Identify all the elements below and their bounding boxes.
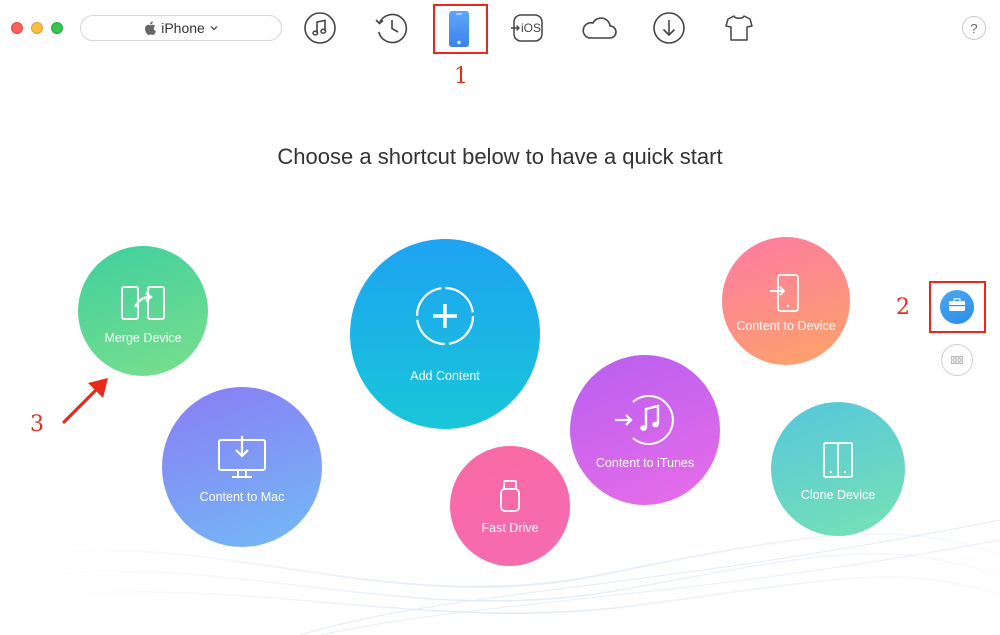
annotation-number-3: 3 bbox=[30, 412, 44, 437]
chevron-down-icon bbox=[210, 25, 218, 31]
content-to-device-button[interactable]: Content to Device bbox=[722, 237, 850, 365]
content-to-mac-label: Content to Mac bbox=[199, 490, 285, 504]
merge-device-label: Merge Device bbox=[104, 331, 182, 345]
music-tab[interactable] bbox=[301, 10, 339, 46]
merge-device-icon bbox=[118, 283, 168, 323]
clone-device-button[interactable]: Clone Device bbox=[771, 402, 905, 536]
usb-drive-icon bbox=[499, 479, 521, 513]
annotation-box-1 bbox=[433, 4, 488, 54]
help-button[interactable]: ? bbox=[962, 16, 986, 40]
content-to-itunes-button[interactable]: Content to iTunes bbox=[570, 355, 720, 505]
music-icon bbox=[303, 11, 337, 45]
content-to-device-label: Content to Device bbox=[736, 319, 836, 333]
merge-device-button[interactable]: Merge Device bbox=[78, 246, 208, 376]
minimize-window-button[interactable] bbox=[31, 22, 43, 34]
history-icon bbox=[373, 11, 409, 45]
add-content-label: Add Content bbox=[410, 369, 480, 383]
annotation-box-2 bbox=[929, 281, 986, 333]
device-name: iPhone bbox=[161, 20, 205, 36]
history-tab[interactable] bbox=[372, 10, 410, 46]
add-content-button[interactable]: Add Content bbox=[350, 239, 540, 429]
clone-device-icon bbox=[821, 440, 855, 480]
grid-icon bbox=[951, 351, 963, 369]
clone-device-label: Clone Device bbox=[800, 488, 876, 502]
fast-drive-button[interactable]: Fast Drive bbox=[450, 446, 570, 566]
to-ios-label: iOS bbox=[521, 21, 542, 35]
itunes-icon bbox=[613, 392, 677, 448]
tshirt-icon bbox=[724, 13, 754, 43]
fast-drive-label: Fast Drive bbox=[481, 521, 539, 535]
add-content-icon bbox=[414, 285, 476, 347]
zoom-window-button[interactable] bbox=[51, 22, 63, 34]
page-title: Choose a shortcut below to have a quick … bbox=[277, 144, 723, 169]
apple-icon bbox=[144, 21, 157, 35]
annotation-number-1: 1 bbox=[454, 64, 468, 89]
device-selector[interactable]: iPhone bbox=[80, 15, 282, 41]
content-to-mac-button[interactable]: Content to Mac bbox=[162, 387, 322, 547]
icloud-tab[interactable] bbox=[580, 10, 618, 46]
annotation-number-2: 2 bbox=[896, 295, 910, 320]
ringtone-tab[interactable] bbox=[720, 10, 758, 46]
download-tab[interactable] bbox=[650, 10, 688, 46]
grid-view-button[interactable] bbox=[941, 344, 973, 376]
download-icon bbox=[652, 11, 686, 45]
close-window-button[interactable] bbox=[11, 22, 23, 34]
content-to-itunes-label: Content to iTunes bbox=[595, 456, 695, 470]
monitor-download-icon bbox=[216, 434, 268, 480]
icloud-icon bbox=[580, 14, 618, 42]
annotation-arrow-3 bbox=[62, 378, 108, 424]
content-to-device-icon bbox=[768, 273, 804, 313]
to-ios-tab[interactable]: iOS bbox=[509, 10, 547, 46]
